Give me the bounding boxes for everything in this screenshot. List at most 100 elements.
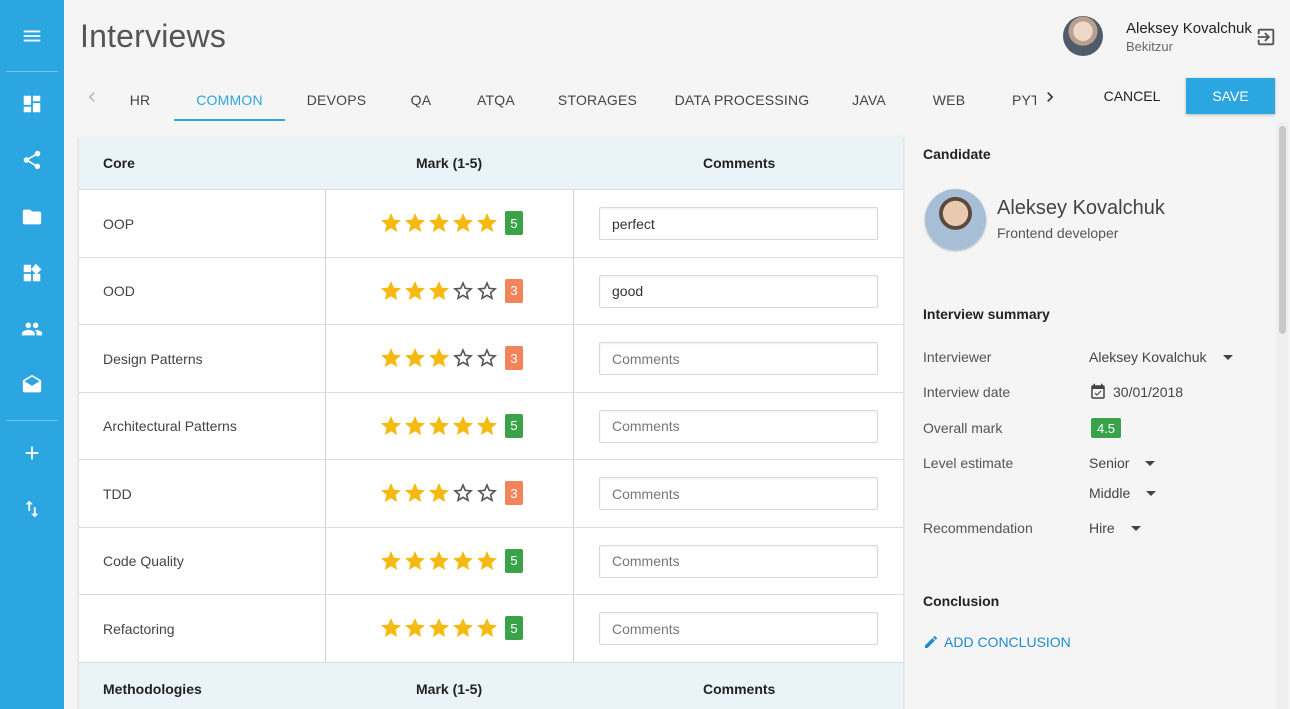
star-filled-icon[interactable] (427, 481, 451, 505)
star-outline-icon[interactable] (475, 346, 499, 370)
comment-input[interactable] (599, 274, 878, 308)
star-filled-icon[interactable] (427, 414, 451, 438)
interviewer-select[interactable]: Aleksey Kovalchuk (1089, 349, 1233, 365)
cancel-button[interactable]: CANCEL (1092, 78, 1172, 114)
star-filled-icon[interactable] (403, 414, 427, 438)
star-rating[interactable]: 5 (379, 615, 523, 641)
star-filled-icon[interactable] (403, 549, 427, 573)
recommendation-label: Recommendation (923, 520, 1033, 536)
tab-atqa[interactable]: ATQA (454, 78, 538, 122)
star-filled-icon[interactable] (475, 549, 499, 573)
tab-devops[interactable]: DEVOPS (285, 78, 388, 122)
tab-common[interactable]: COMMON (174, 78, 285, 122)
add-conclusion-button[interactable]: ADD CONCLUSION (923, 634, 1071, 650)
star-outline-icon[interactable] (451, 279, 475, 303)
scrollbar-thumb[interactable] (1279, 126, 1286, 334)
chevron-down-icon[interactable] (1146, 490, 1157, 496)
column-divider (325, 527, 326, 595)
people-icon[interactable] (0, 309, 64, 349)
star-filled-icon[interactable] (451, 414, 475, 438)
star-filled-icon[interactable] (379, 279, 403, 303)
calendar-check-icon[interactable] (1089, 383, 1107, 401)
tab-qa[interactable]: QA (388, 78, 454, 122)
recommendation-value: Hire (1089, 520, 1115, 536)
star-rating[interactable]: 5 (379, 210, 523, 236)
criterion-label: Design Patterns (103, 350, 203, 367)
star-filled-icon[interactable] (379, 549, 403, 573)
overall-mark-badge: 4.5 (1091, 418, 1121, 438)
star-filled-icon[interactable] (451, 549, 475, 573)
star-filled-icon[interactable] (475, 211, 499, 235)
recommendation-select[interactable]: Hire (1089, 520, 1141, 536)
comment-input[interactable] (599, 409, 878, 443)
star-filled-icon[interactable] (427, 279, 451, 303)
star-rating[interactable]: 3 (379, 278, 523, 304)
level-estimate-select-2[interactable]: Middle (1089, 485, 1157, 501)
tab-java[interactable]: JAVA (827, 78, 911, 122)
star-filled-icon[interactable] (403, 616, 427, 640)
star-filled-icon[interactable] (451, 211, 475, 235)
interview-date-label: Interview date (923, 384, 1011, 400)
star-filled-icon[interactable] (379, 481, 403, 505)
level-estimate-select-1[interactable]: Senior (1089, 455, 1156, 471)
star-rating[interactable]: 3 (379, 345, 523, 371)
comment-input[interactable] (599, 544, 878, 578)
menu-icon[interactable] (0, 16, 64, 56)
tabs-scroll-right-icon[interactable] (1040, 86, 1060, 108)
chevron-down-icon[interactable] (1145, 460, 1156, 466)
star-filled-icon[interactable] (427, 211, 451, 235)
logout-icon[interactable] (1255, 26, 1277, 48)
tab-hr[interactable]: HR (106, 78, 174, 122)
tab-data-processing[interactable]: DATA PROCESSING (657, 78, 827, 122)
star-outline-icon[interactable] (451, 481, 475, 505)
tab-web[interactable]: WEB (911, 78, 987, 122)
column-header-comments: Comments (703, 155, 776, 171)
criterion-label: TDD (103, 485, 132, 502)
star-filled-icon[interactable] (379, 414, 403, 438)
comment-input[interactable] (599, 612, 878, 645)
folder-icon[interactable] (0, 197, 64, 237)
star-filled-icon[interactable] (427, 346, 451, 370)
star-outline-icon[interactable] (451, 346, 475, 370)
user-avatar[interactable] (1063, 16, 1103, 56)
add-icon[interactable] (0, 433, 64, 473)
tabs-scroll-left-icon[interactable] (82, 86, 102, 108)
star-filled-icon[interactable] (403, 481, 427, 505)
star-filled-icon[interactable] (475, 616, 499, 640)
chevron-down-icon[interactable] (1130, 525, 1141, 531)
level-estimate-value-1: Senior (1089, 455, 1130, 471)
dashboard-icon[interactable] (0, 84, 64, 124)
chevron-down-icon[interactable] (1222, 354, 1233, 360)
swap-vertical-icon[interactable] (0, 489, 64, 529)
star-filled-icon[interactable] (475, 414, 499, 438)
star-rating[interactable]: 5 (379, 413, 523, 439)
star-filled-icon[interactable] (403, 279, 427, 303)
widgets-icon[interactable] (0, 253, 64, 293)
star-filled-icon[interactable] (451, 616, 475, 640)
star-filled-icon[interactable] (379, 616, 403, 640)
star-filled-icon[interactable] (403, 211, 427, 235)
share-icon[interactable] (0, 140, 64, 180)
star-filled-icon[interactable] (427, 616, 451, 640)
tab-python[interactable]: PYTHON (998, 78, 1036, 122)
star-filled-icon[interactable] (403, 346, 427, 370)
user-organization: Bekitzur (1126, 39, 1173, 54)
star-filled-icon[interactable] (379, 346, 403, 370)
star-rating[interactable]: 5 (379, 548, 523, 574)
star-filled-icon[interactable] (379, 211, 403, 235)
star-outline-icon[interactable] (475, 279, 499, 303)
user-name: Aleksey Kovalchuk (1126, 20, 1252, 37)
mark-badge: 3 (505, 278, 523, 303)
tab-storages[interactable]: STORAGES (538, 78, 657, 122)
interview-date-picker[interactable]: 30/01/2018 (1089, 383, 1183, 401)
comment-input[interactable] (599, 477, 878, 510)
mark-badge: 3 (505, 481, 523, 505)
comment-input[interactable] (599, 207, 878, 240)
save-button[interactable]: SAVE (1186, 78, 1275, 114)
star-rating[interactable]: 3 (379, 480, 523, 506)
drafts-icon[interactable] (0, 365, 64, 405)
column-divider (573, 190, 574, 257)
star-filled-icon[interactable] (427, 549, 451, 573)
star-outline-icon[interactable] (475, 481, 499, 505)
comment-input[interactable] (599, 342, 878, 375)
